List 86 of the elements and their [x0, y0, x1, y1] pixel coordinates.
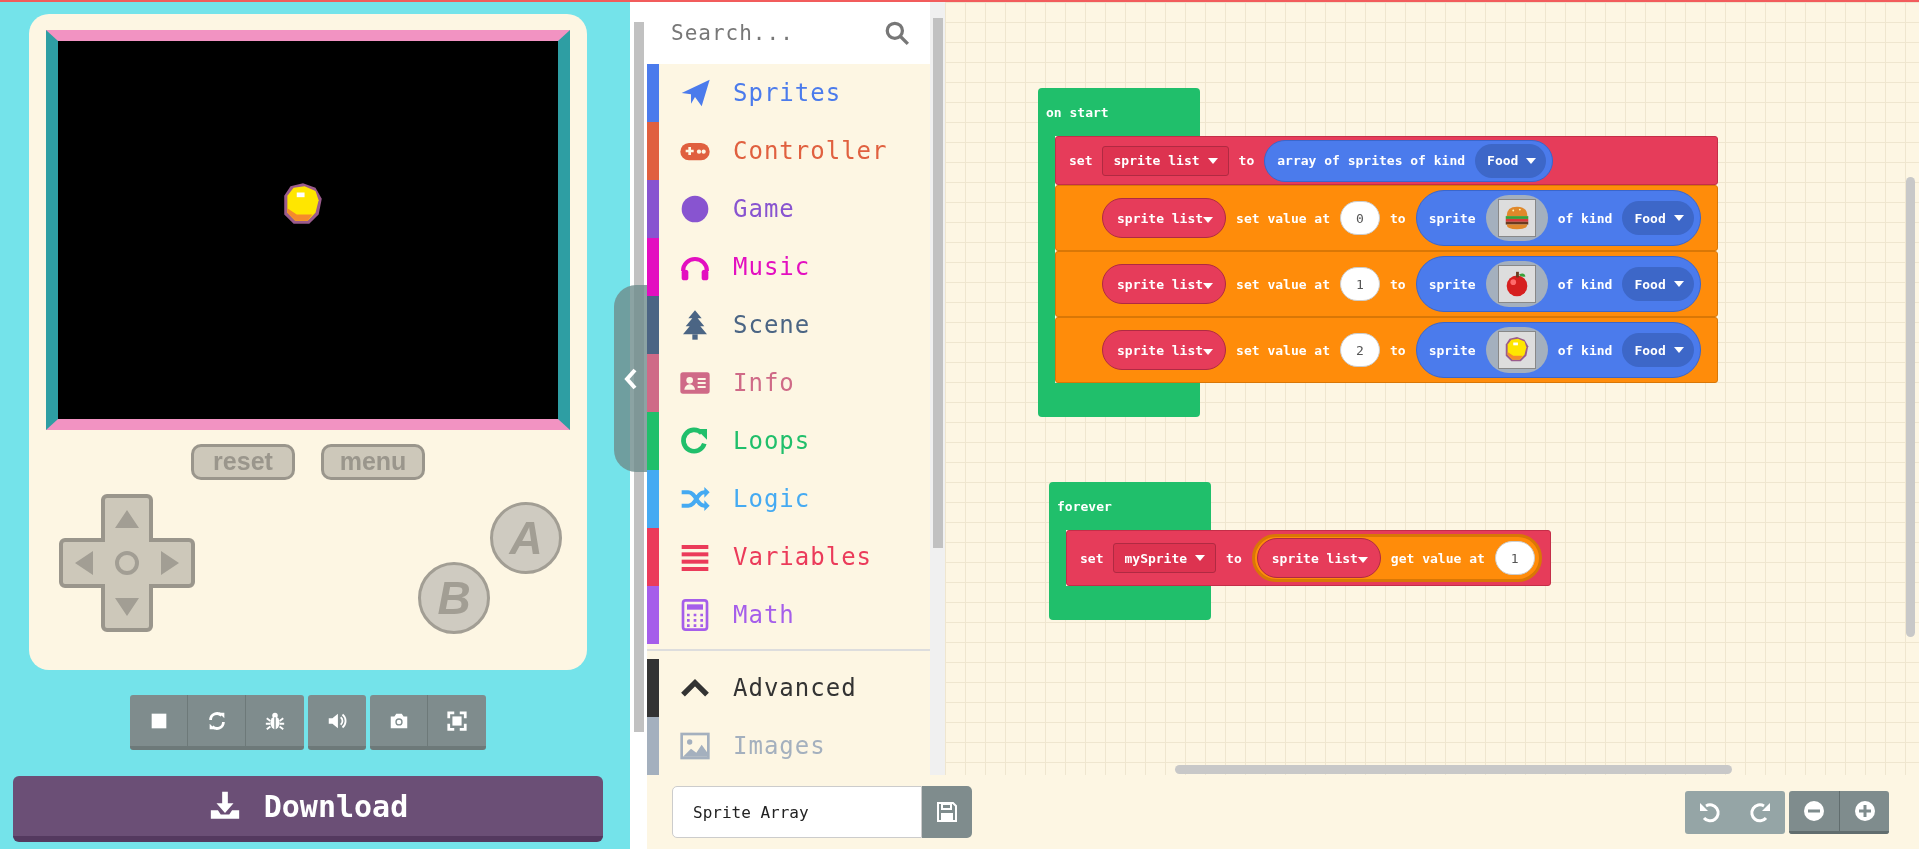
array-block[interactable]: array of sprites of kind Food — [1264, 139, 1554, 182]
zoom-in-icon — [1852, 798, 1877, 823]
caret-icon — [1357, 556, 1368, 563]
vertical-scrollbar[interactable] — [1906, 177, 1915, 637]
block-label: sprite — [1428, 210, 1476, 226]
kind-dropdown[interactable]: Food — [1622, 267, 1694, 301]
search-field[interactable]: Search... — [669, 20, 876, 46]
search-box[interactable]: Search... — [647, 2, 930, 64]
block-label: to — [1390, 342, 1406, 358]
kind-dropdown[interactable]: Food — [1622, 333, 1694, 367]
undo-button[interactable] — [1685, 790, 1735, 834]
caret-icon — [1203, 216, 1214, 223]
block-label: set value at — [1236, 276, 1330, 292]
debug-button[interactable] — [246, 695, 304, 746]
block-label: set value at — [1236, 210, 1330, 226]
caret-icon — [1203, 282, 1214, 289]
number-field[interactable]: 1 — [1494, 541, 1535, 575]
kind-dropdown[interactable]: Food — [1622, 201, 1694, 235]
sprite-block[interactable]: sprite of kind Food — [1415, 322, 1701, 378]
list-get-block[interactable]: sprite list get value at 1 — [1251, 534, 1542, 582]
block-label: of kind — [1557, 210, 1613, 226]
number-field[interactable]: 2 — [1340, 333, 1380, 367]
project-name-field[interactable]: Sprite Array — [672, 786, 922, 838]
variable-dropdown[interactable]: mySprite — [1113, 543, 1217, 573]
scrollbar-thumb[interactable] — [633, 22, 644, 732]
block-label: set — [1069, 153, 1093, 168]
save-button[interactable] — [922, 786, 972, 838]
variable-dropdown[interactable]: sprite list — [1102, 198, 1227, 238]
search-icon — [884, 20, 910, 46]
image-slot[interactable] — [1485, 195, 1548, 241]
set-block[interactable]: set mySprite to sprite list get value at 1 — [1066, 530, 1551, 586]
list-set-block[interactable]: sprite list set value at 0 to sprite of kind Food — [1055, 185, 1718, 251]
block-label: array of sprites of kind — [1277, 153, 1466, 168]
screenshot-button[interactable] — [370, 695, 428, 746]
block-label: sprite — [1428, 276, 1476, 292]
stop-button[interactable] — [130, 695, 188, 746]
block-label: to — [1390, 210, 1406, 226]
fullscreen-button[interactable] — [428, 695, 486, 746]
zoom-out-icon — [1802, 798, 1826, 823]
sprite-block[interactable]: sprite of kind Food — [1415, 256, 1701, 312]
block-label: set — [1080, 550, 1104, 566]
variable-dropdown[interactable]: sprite list — [1102, 330, 1227, 370]
block-label: get value at — [1390, 550, 1485, 566]
block-label: of kind — [1557, 342, 1613, 358]
caret-icon — [1203, 348, 1214, 355]
undo-icon — [1698, 800, 1722, 824]
kind-dropdown[interactable]: Food — [1475, 143, 1547, 178]
variable-dropdown[interactable]: sprite list — [1102, 264, 1227, 304]
horizontal-scrollbar[interactable] — [1175, 765, 1732, 774]
download-button[interactable]: Download — [13, 776, 603, 842]
scrollbar-thumb[interactable] — [932, 18, 943, 548]
variable-dropdown[interactable]: sprite list — [1256, 538, 1381, 578]
caret-icon — [1526, 157, 1537, 164]
caret-icon — [1673, 281, 1684, 287]
list-set-block[interactable]: sprite list set value at 1 to sprite of kind Food — [1055, 251, 1718, 317]
caret-icon — [1673, 347, 1684, 353]
circle-icon — [679, 193, 711, 225]
fullscreen-icon — [446, 709, 468, 732]
image-slot[interactable] — [1485, 327, 1548, 373]
set-block[interactable]: set sprite list to array of sprites of kind Food — [1055, 136, 1718, 185]
block-label: sprite — [1428, 342, 1476, 358]
number-field[interactable]: 0 — [1340, 201, 1380, 235]
caret-icon — [1673, 215, 1684, 221]
sound-button[interactable] — [308, 695, 366, 746]
redo-icon — [1748, 800, 1772, 824]
image-slot[interactable] — [1485, 261, 1548, 307]
caret-icon — [1195, 555, 1206, 561]
restart-button[interactable] — [188, 695, 246, 746]
block-label: to — [1226, 550, 1242, 566]
chevron-left-icon — [622, 366, 639, 391]
caret-icon — [1207, 157, 1218, 164]
block-label: of kind — [1557, 276, 1613, 292]
list-set-block[interactable]: sprite list set value at 2 to sprite of kind Food — [1055, 317, 1718, 383]
variable-dropdown[interactable]: sprite list — [1102, 145, 1229, 176]
block-label: to — [1390, 276, 1406, 292]
block-label: to — [1238, 153, 1255, 168]
zoom-out-button[interactable] — [1789, 790, 1839, 834]
image-icon — [679, 730, 711, 762]
collapse-handle[interactable] — [614, 285, 647, 472]
block-label: set value at — [1236, 342, 1330, 358]
sprite-block[interactable]: sprite of kind Food — [1415, 190, 1701, 246]
zoom-in-button[interactable] — [1839, 790, 1889, 834]
number-field[interactable]: 1 — [1340, 267, 1380, 301]
save-icon — [935, 800, 959, 824]
calculator-icon — [679, 599, 711, 631]
redo-button[interactable] — [1735, 790, 1785, 834]
